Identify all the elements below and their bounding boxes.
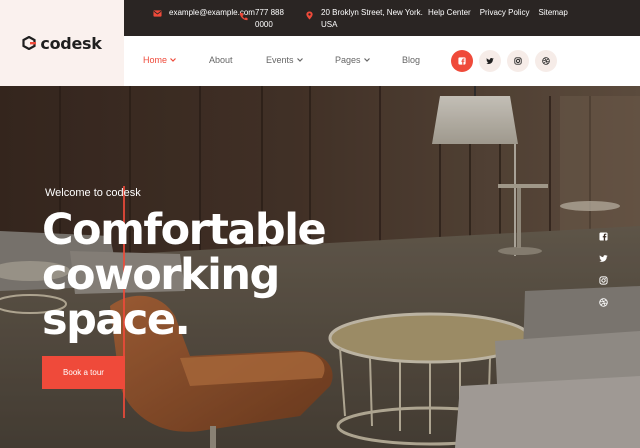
address-line-1: 20 Broklyn Street, New York.: [321, 8, 423, 17]
chevron-down-icon: [296, 58, 303, 62]
phone-line-2: 0000: [255, 19, 273, 29]
dribbble-button[interactable]: [535, 50, 557, 72]
side-twitter-link[interactable]: [598, 253, 608, 263]
nav-label-pages: Pages: [335, 55, 361, 65]
instagram-button[interactable]: [507, 50, 529, 72]
top-bar: example@example.com 777 888 0000 20 Brok…: [124, 0, 640, 36]
nav-item-blog[interactable]: Blog: [402, 55, 420, 65]
hero-section: Welcome to codesk Comfortable coworking …: [0, 86, 640, 448]
facebook-icon: [598, 231, 608, 241]
twitter-button[interactable]: [479, 50, 501, 72]
sitemap-link[interactable]: Sitemap: [538, 8, 567, 17]
nav-label-blog: Blog: [402, 55, 421, 65]
logo-mark-icon: [22, 36, 37, 50]
side-dribbble-link[interactable]: [598, 297, 608, 307]
logo-block[interactable]: codesk: [0, 0, 124, 86]
topbar-links: Help Center Privacy Policy Sitemap: [428, 8, 568, 17]
logo[interactable]: codesk: [22, 33, 102, 53]
hero-headline: Comfortable coworking space.: [42, 208, 362, 343]
dribbble-icon: [598, 297, 608, 307]
email-icon: [153, 10, 162, 17]
facebook-icon: [458, 57, 466, 65]
book-tour-button[interactable]: Book a tour: [42, 356, 125, 389]
chevron-down-icon: [170, 58, 176, 62]
side-facebook-link[interactable]: [598, 231, 608, 241]
nav-item-events[interactable]: Events: [266, 55, 303, 65]
main-nav: Home About Events Pages Blog: [124, 36, 640, 86]
dribbble-icon: [542, 57, 550, 65]
address-text: 20 Broklyn Street, New York. USA: [321, 7, 423, 30]
chevron-down-icon: [363, 58, 370, 62]
headline-line-2: coworking: [42, 250, 280, 300]
nav-label-home: Home: [143, 55, 168, 65]
privacy-policy-link[interactable]: Privacy Policy: [480, 8, 530, 17]
instagram-icon: [598, 275, 608, 285]
location-icon: [306, 11, 313, 20]
topbar-phone[interactable]: 777 888 0000: [239, 7, 284, 30]
phone-icon: [239, 12, 248, 21]
instagram-icon: [514, 57, 522, 65]
side-instagram-link[interactable]: [598, 275, 608, 285]
twitter-icon: [598, 254, 608, 262]
twitter-icon: [486, 57, 494, 64]
phone-text: 777 888 0000: [255, 7, 284, 30]
nav-label-about: About: [209, 55, 233, 65]
nav-item-pages[interactable]: Pages: [335, 55, 370, 65]
nav-label-events: Events: [266, 55, 294, 65]
facebook-button[interactable]: [451, 50, 473, 72]
topbar-address: 20 Broklyn Street, New York. USA: [305, 7, 423, 30]
brand-name: codesk: [40, 33, 102, 53]
phone-line-1: 777 888: [255, 8, 284, 17]
address-line-2: USA: [321, 19, 338, 29]
headline-line-1: Comfortable: [42, 205, 327, 255]
headline-line-3: space.: [42, 295, 191, 345]
nav-item-about[interactable]: About: [209, 55, 233, 65]
nav-item-home[interactable]: Home: [143, 55, 176, 65]
hero-welcome-text: Welcome to codesk: [45, 187, 141, 199]
help-center-link[interactable]: Help Center: [428, 8, 471, 17]
